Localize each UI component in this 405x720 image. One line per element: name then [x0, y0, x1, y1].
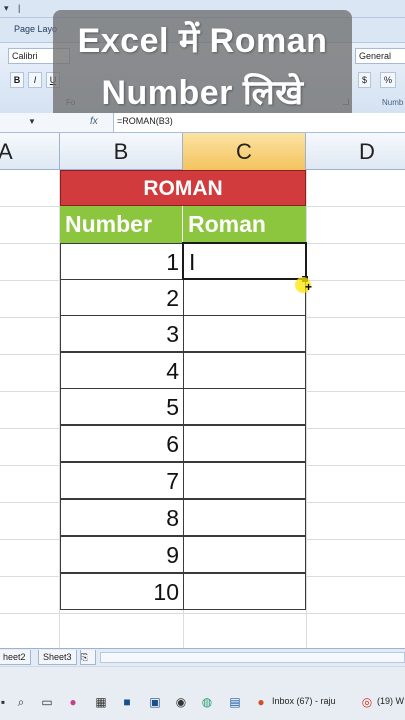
- tab-page-layout[interactable]: Page Layo: [14, 24, 57, 34]
- cell-roman[interactable]: [183, 462, 306, 499]
- column-headers: A B C D: [0, 133, 405, 170]
- windows-start-icon[interactable]: ▪: [0, 695, 10, 709]
- column-header-a[interactable]: A: [0, 133, 60, 170]
- cell-number[interactable]: 3: [60, 315, 184, 352]
- cell-number[interactable]: 8: [60, 499, 184, 536]
- bold-button[interactable]: B: [10, 72, 24, 88]
- app-icon[interactable]: ◉: [174, 695, 188, 709]
- cell-number[interactable]: 10: [60, 573, 184, 610]
- name-box-dropdown-icon[interactable]: ▼: [28, 117, 36, 126]
- percent-button[interactable]: %: [380, 72, 397, 88]
- taskbar-browser-label[interactable]: (19) W: [377, 696, 404, 706]
- cell-number[interactable]: 1: [60, 243, 184, 280]
- mail-app-icon[interactable]: ●: [254, 695, 268, 709]
- table-title[interactable]: ROMAN: [60, 170, 306, 206]
- header-number[interactable]: Number: [60, 206, 183, 243]
- app-icon[interactable]: ■: [120, 695, 134, 709]
- grid-line: [0, 613, 405, 614]
- cell-number[interactable]: 7: [60, 462, 184, 499]
- cell-roman[interactable]: [183, 352, 306, 389]
- calendar-icon[interactable]: ▦: [94, 695, 108, 709]
- column-header-b[interactable]: B: [60, 133, 183, 170]
- taskbar-inbox-label[interactable]: Inbox (67) - raju: [272, 696, 336, 706]
- insert-sheet-icon[interactable]: ⎘: [80, 650, 96, 665]
- cell-roman[interactable]: [183, 388, 306, 425]
- chrome-icon[interactable]: ◎: [360, 695, 374, 709]
- overlay-title-line-2: Number लिखे: [101, 74, 304, 112]
- cell-roman[interactable]: [183, 573, 306, 610]
- cell-number[interactable]: 6: [60, 425, 184, 462]
- formula-bar: ▼ fx =ROMAN(B3): [0, 113, 405, 133]
- currency-button[interactable]: $: [358, 72, 372, 88]
- cell-number[interactable]: 5: [60, 388, 184, 425]
- column-header-c[interactable]: C: [183, 133, 306, 170]
- app-icon[interactable]: ◍: [200, 695, 214, 709]
- cell-roman[interactable]: [183, 315, 306, 352]
- outlook-icon[interactable]: ▤: [228, 695, 242, 709]
- cell-roman[interactable]: [183, 279, 306, 316]
- italic-button[interactable]: I: [28, 72, 42, 88]
- header-roman[interactable]: Roman: [183, 206, 306, 243]
- sheet-tab-sheet3[interactable]: Sheet3: [38, 650, 77, 665]
- image-app-icon[interactable]: ▣: [148, 695, 162, 709]
- number-group-label: Numb: [382, 98, 404, 107]
- video-title-overlay: Excel में Roman Number लिखे: [53, 10, 352, 123]
- overlay-title-line-1: Excel में Roman: [77, 22, 328, 60]
- crosshair-cursor-icon: +: [305, 280, 313, 294]
- formula-input[interactable]: =ROMAN(B3): [113, 113, 405, 132]
- horizontal-scrollbar[interactable]: [100, 652, 405, 663]
- cell-roman[interactable]: I: [183, 243, 306, 280]
- cell-number[interactable]: 2: [60, 279, 184, 316]
- column-header-d[interactable]: D: [306, 133, 405, 170]
- taskbar: ▪ ⌕ ▭ ● ▦ ■ ▣ ◉ ◍ ▤ ● Inbox (67) - raju …: [0, 666, 405, 720]
- cell-number[interactable]: 4: [60, 352, 184, 389]
- cell-roman[interactable]: [183, 536, 306, 573]
- sheet-tab-bar: heet2 Sheet3 ⎘: [0, 648, 405, 666]
- search-icon[interactable]: ⌕: [14, 695, 28, 709]
- cell-number[interactable]: 9: [60, 536, 184, 573]
- separator-icon: |: [18, 3, 21, 13]
- task-view-icon[interactable]: ▭: [40, 695, 54, 709]
- app-icon[interactable]: ●: [66, 695, 80, 709]
- excel-window: ▾ | Page Layo Calibri B I U Fo General $…: [0, 0, 405, 720]
- sheet-tab-sheet2[interactable]: heet2: [0, 650, 31, 665]
- fx-icon[interactable]: fx: [90, 116, 98, 127]
- dropdown-arrow-icon[interactable]: ▾: [4, 3, 9, 14]
- cell-roman[interactable]: [183, 425, 306, 462]
- number-format-box[interactable]: General: [355, 48, 405, 64]
- cell-roman[interactable]: [183, 499, 306, 536]
